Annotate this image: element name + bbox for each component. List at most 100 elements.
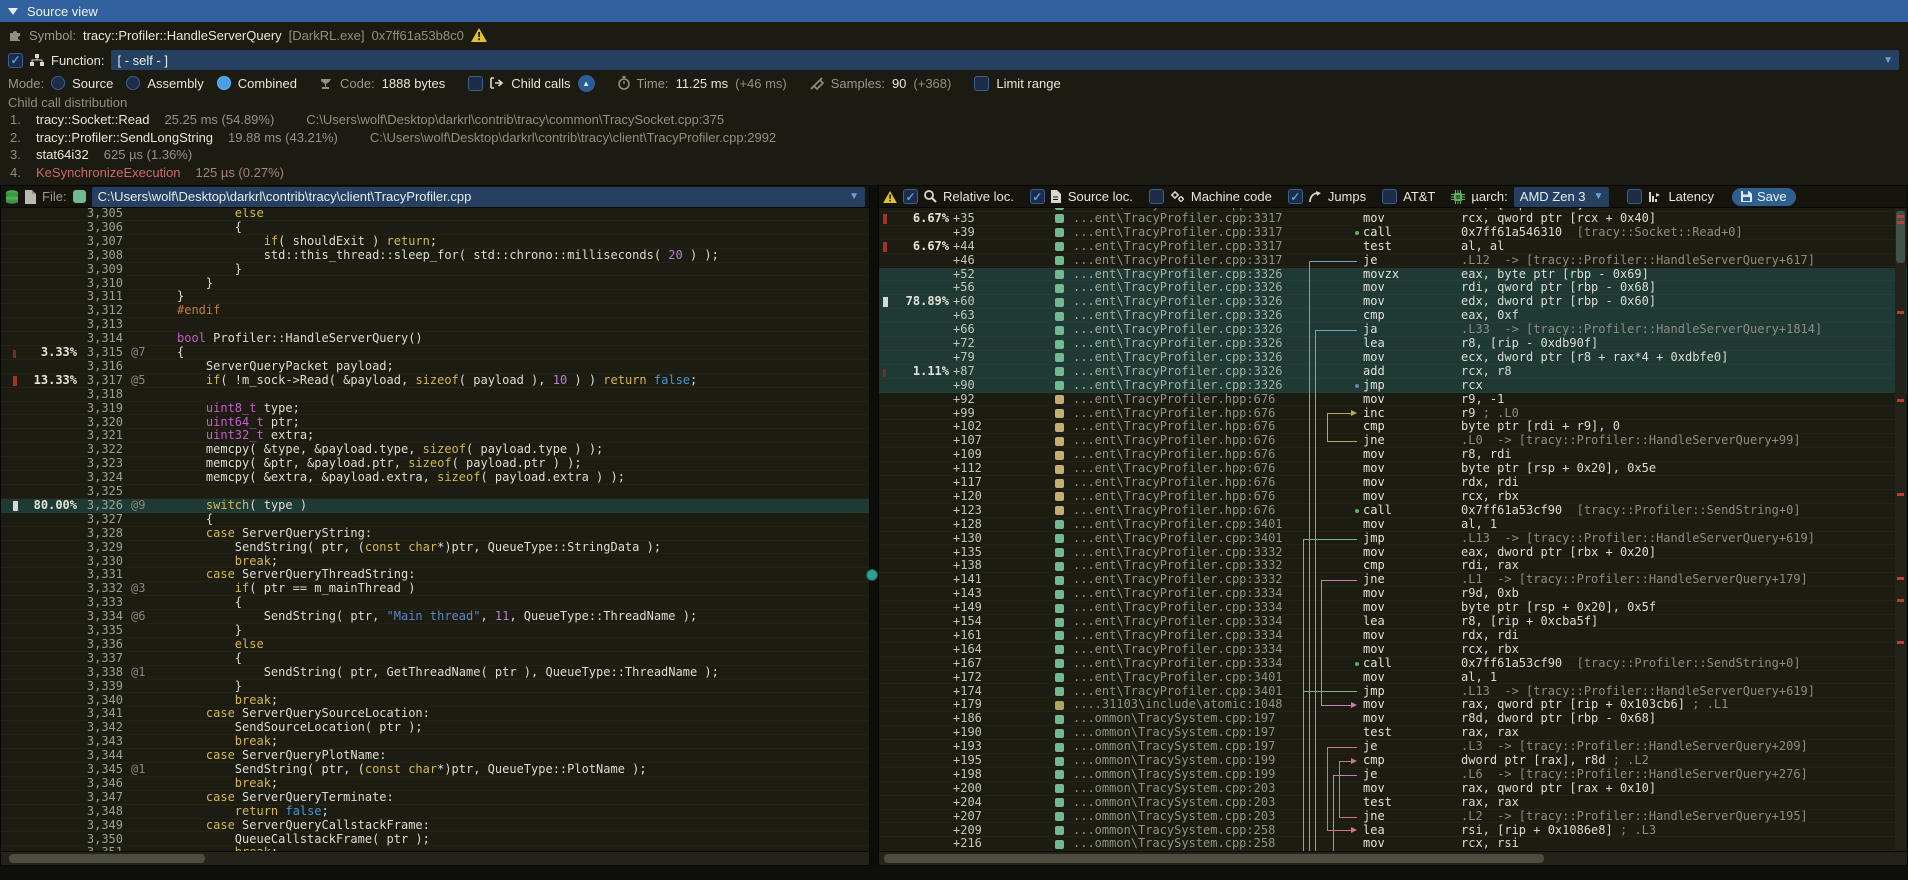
uarch-select[interactable]: AMD Zen 3 ▼ xyxy=(1514,187,1610,207)
source-loc-checkbox[interactable]: ✓ xyxy=(1030,189,1045,204)
asm-source-location[interactable]: ...ent\TracyProfiler.cpp:3332 xyxy=(1073,573,1283,587)
asm-row[interactable]: +99...ent\TracyProfiler.hpp:676incr9 ; .… xyxy=(879,407,1907,421)
source-line-row[interactable]: 3,341 case ServerQuerySourceLocation: xyxy=(1,707,869,721)
asm-row[interactable]: +138...ent\TracyProfiler.cpp:3332cmprdi,… xyxy=(879,559,1907,573)
asm-source-location[interactable]: ...ent\TracyProfiler.cpp:3401 xyxy=(1073,532,1283,546)
relative-loc-checkbox[interactable]: ✓ xyxy=(903,189,918,204)
asm-source-location[interactable]: ...ent\TracyProfiler.cpp:3317 xyxy=(1073,240,1283,254)
source-line-row[interactable]: 3,346 break; xyxy=(1,777,869,791)
asm-source-location[interactable]: ...ent\TracyProfiler.cpp:3332 xyxy=(1073,546,1283,560)
asm-row[interactable]: +164...ent\TracyProfiler.cpp:3334movrcx,… xyxy=(879,643,1907,657)
asm-row[interactable]: 6.67%+44...ent\TracyProfiler.cpp:3317tes… xyxy=(879,240,1907,254)
asm-source-location[interactable]: ...ent\TracyProfiler.cpp:3334 xyxy=(1073,587,1283,601)
source-line-row[interactable]: 3,318 xyxy=(1,388,869,402)
source-line-row[interactable]: 80.00%3,326@9 switch( type ) xyxy=(1,499,869,513)
source-line-row[interactable]: 3,320 uint64_t ptr; xyxy=(1,416,869,430)
asm-source-location[interactable]: ...ommon\TracySystem.cpp:258 xyxy=(1073,824,1275,838)
asm-row[interactable]: +190...ommon\TracySystem.cpp:197testrax,… xyxy=(879,726,1907,740)
source-line-row[interactable]: 3,349 case ServerQueryCallstackFrame: xyxy=(1,819,869,833)
asm-row[interactable]: 78.89%+60...ent\TracyProfiler.cpp:3326mo… xyxy=(879,295,1907,309)
asm-row[interactable]: +120...ent\TracyProfiler.hpp:676movrcx, … xyxy=(879,490,1907,504)
scrollbar-thumb[interactable] xyxy=(1896,211,1905,263)
asm-source-location[interactable]: ...ent\TracyProfiler.hpp:676 xyxy=(1073,448,1275,462)
asm-row[interactable]: +193...ommon\TracySystem.cpp:197je.L3 ->… xyxy=(879,740,1907,754)
source-line-row[interactable]: 3,348 return false; xyxy=(1,805,869,819)
source-line-row[interactable]: 3,316 ServerQueryPacket payload; xyxy=(1,360,869,374)
source-line-row[interactable]: 3,324 memcpy( &extra, &payload.extra, si… xyxy=(1,471,869,485)
asm-source-location[interactable]: ...ent\TracyProfiler.cpp:3326 xyxy=(1073,309,1283,323)
source-line-row[interactable]: 3,322 memcpy( &type, &payload.type, size… xyxy=(1,443,869,457)
database-icon[interactable] xyxy=(5,190,19,204)
asm-source-location[interactable]: ...ommon\TracySystem.cpp:199 xyxy=(1073,768,1275,782)
asm-row[interactable]: +66...ent\TracyProfiler.cpp:3326ja.L33 -… xyxy=(879,323,1907,337)
pane-resize-grip[interactable] xyxy=(866,569,878,581)
latency-checkbox[interactable]: ✓ xyxy=(1627,189,1642,204)
child-calls-checkbox[interactable]: ✓ xyxy=(468,76,483,91)
source-line-row[interactable]: 3,313 xyxy=(1,318,869,332)
mode-radio-source[interactable] xyxy=(51,76,65,90)
source-line-row[interactable]: 13.33%3,317@5 if( !m_sock->Read( &payloa… xyxy=(1,374,869,388)
asm-row[interactable]: +216...ommon\TracySystem.cpp:258movrcx, … xyxy=(879,837,1907,851)
asm-source-location[interactable]: ...ent\TracyProfiler.cpp:3326 xyxy=(1073,323,1283,337)
asm-row[interactable]: +135...ent\TracyProfiler.cpp:3332moveax,… xyxy=(879,546,1907,560)
asm-row[interactable]: +149...ent\TracyProfiler.cpp:3334movbyte… xyxy=(879,601,1907,615)
source-line-row[interactable]: 3,312#endif xyxy=(1,304,869,318)
child-call-row[interactable]: 2.tracy::Profiler::SendLongString19.88 m… xyxy=(0,129,1908,147)
asm-source-location[interactable]: ...ommon\TracySystem.cpp:197 xyxy=(1073,726,1275,740)
source-line-row[interactable]: 3,305 else xyxy=(1,208,869,221)
asm-source-location[interactable]: ...ommon\TracySystem.cpp:197 xyxy=(1073,712,1275,726)
source-line-row[interactable]: 3,308 std::this_thread::sleep_for( std::… xyxy=(1,249,869,263)
source-line-row[interactable]: 3,328 case ServerQueryString: xyxy=(1,527,869,541)
source-line-row[interactable]: 3,336 else xyxy=(1,638,869,652)
asm-source-location[interactable]: ...ent\TracyProfiler.cpp:3401 xyxy=(1073,685,1283,699)
source-line-row[interactable]: 3,347 case ServerQueryTerminate: xyxy=(1,791,869,805)
source-line-row[interactable]: 3,334@6 SendString( ptr, "Main thread", … xyxy=(1,610,869,624)
asm-row[interactable]: +141...ent\TracyProfiler.cpp:3332jne.L1 … xyxy=(879,573,1907,587)
asm-source-location[interactable]: ...ommon\TracySystem.cpp:258 xyxy=(1073,837,1275,851)
save-button[interactable]: Save xyxy=(1732,188,1796,206)
source-line-row[interactable]: 3,332@3 if( ptr == m_mainThread ) xyxy=(1,582,869,596)
asm-row[interactable]: +72...ent\TracyProfiler.cpp:3326lear8, [… xyxy=(879,337,1907,351)
asm-source-location[interactable]: ...ent\TracyProfiler.hpp:676 xyxy=(1073,490,1275,504)
asm-row[interactable]: 1.11%+87...ent\TracyProfiler.cpp:3326add… xyxy=(879,365,1907,379)
source-line-row[interactable]: 3,331 case ServerQueryThreadString: xyxy=(1,568,869,582)
asm-source-location[interactable]: ...ent\TracyProfiler.cpp:3326 xyxy=(1073,281,1283,295)
source-line-row[interactable]: 3,306 { xyxy=(1,221,869,235)
source-line-row[interactable]: 3,321 uint32_t extra; xyxy=(1,429,869,443)
asm-row[interactable]: 6.67%+35...ent\TracyProfiler.cpp:3317mov… xyxy=(879,212,1907,226)
child-call-row[interactable]: 1.tracy::Socket::Read25.25 ms (54.89%)C:… xyxy=(0,111,1908,129)
asm-source-location[interactable]: ...ent\TracyProfiler.cpp:3334 xyxy=(1073,629,1283,643)
asm-source-location[interactable]: ...ommon\TracySystem.cpp:203 xyxy=(1073,782,1275,796)
asm-source-location[interactable]: ...ent\TracyProfiler.cpp:3334 xyxy=(1073,615,1283,629)
file-select[interactable]: C:\Users\wolf\Desktop\darkrl\contrib\tra… xyxy=(92,187,865,207)
source-line-row[interactable]: 3,311} xyxy=(1,290,869,304)
asm-row[interactable]: +167...ent\TracyProfiler.cpp:3334call0x7… xyxy=(879,657,1907,671)
source-line-row[interactable]: 3,325 xyxy=(1,485,869,499)
asm-source-location[interactable]: ....31103\include\atomic:1048 xyxy=(1073,698,1283,712)
source-line-row[interactable]: 3,323 memcpy( &ptr, &payload.ptr, sizeof… xyxy=(1,457,869,471)
asm-source-location[interactable]: ...ent\TracyProfiler.hpp:676 xyxy=(1073,420,1275,434)
source-line-row[interactable]: 3,310 } xyxy=(1,277,869,291)
asm-source-location[interactable]: ...ent\TracyProfiler.hpp:676 xyxy=(1073,407,1275,421)
asm-row[interactable]: +130...ent\TracyProfiler.cpp:3401jmp.L13… xyxy=(879,532,1907,546)
asm-source-location[interactable]: ...ommon\TracySystem.cpp:197 xyxy=(1073,740,1275,754)
att-syntax-checkbox[interactable]: ✓ xyxy=(1382,189,1397,204)
child-calls-up-button[interactable]: ▲ xyxy=(578,75,595,92)
asm-row[interactable]: +204...ommon\TracySystem.cpp:203testrax,… xyxy=(879,796,1907,810)
scrollbar-thumb[interactable] xyxy=(9,854,205,863)
asm-row[interactable]: +79...ent\TracyProfiler.cpp:3326movecx, … xyxy=(879,351,1907,365)
function-select[interactable]: [ - self - ] ▼ xyxy=(111,50,1899,70)
asm-source-location[interactable]: ...ent\TracyProfiler.cpp:3326 xyxy=(1073,295,1283,309)
pane-divider[interactable] xyxy=(870,185,878,866)
source-line-row[interactable]: 3,337 { xyxy=(1,652,869,666)
asm-row[interactable]: +179....31103\include\atomic:1048movrax,… xyxy=(879,698,1907,712)
asm-source-location[interactable]: ...ent\TracyProfiler.cpp:3332 xyxy=(1073,559,1283,573)
asm-row[interactable]: +52...ent\TracyProfiler.cpp:3326movzxeax… xyxy=(879,268,1907,282)
source-line-row[interactable]: 3,340 break; xyxy=(1,694,869,708)
asm-source-location[interactable]: ...ent\TracyProfiler.cpp:3326 xyxy=(1073,268,1283,282)
child-call-row[interactable]: 3.stat64i32625 µs (1.36%) xyxy=(0,146,1908,164)
asm-source-location[interactable]: ...ent\TracyProfiler.hpp:676 xyxy=(1073,393,1275,407)
collapse-triangle-icon[interactable] xyxy=(8,8,18,15)
asm-source-location[interactable]: ...ent\TracyProfiler.cpp:3326 xyxy=(1073,337,1283,351)
asm-row[interactable]: +200...ommon\TracySystem.cpp:203movrax, … xyxy=(879,782,1907,796)
